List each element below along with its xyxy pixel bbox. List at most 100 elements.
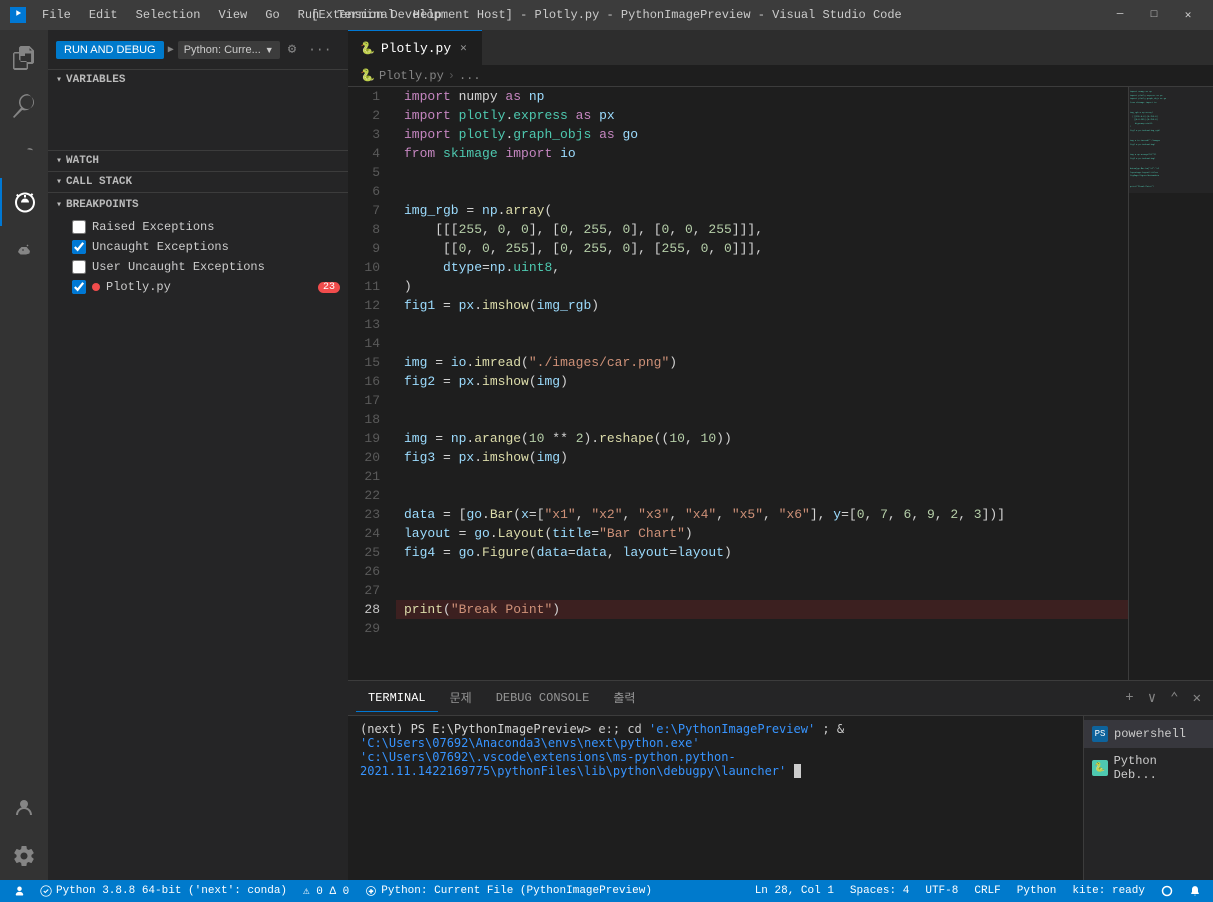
code-editor: 1 2 3 4 5 6 7 8 9 10 11 12 13 14 15 16 1 <box>348 87 1213 680</box>
callstack-title: CALL STACK <box>66 176 132 188</box>
code-line-29 <box>396 619 1128 638</box>
breakpoint-user-uncaught-exceptions[interactable]: User Uncaught Exceptions <box>48 257 348 277</box>
minimize-button[interactable]: ─ <box>1105 5 1135 25</box>
activity-accounts[interactable] <box>0 784 48 832</box>
status-bell-icon[interactable] <box>1185 885 1205 897</box>
code-line-21 <box>396 467 1128 486</box>
menu-go[interactable]: Go <box>257 6 287 24</box>
tab-plotly[interactable]: 🐍 Plotly.py ✕ <box>348 30 482 65</box>
plotly-breakpoint-badge: 23 <box>318 282 340 293</box>
activity-explorer[interactable] <box>0 34 48 82</box>
terminal-content[interactable]: (next) PS E:\PythonImagePreview> e:; cd … <box>348 716 1083 880</box>
code-line-20: fig3 = px.imshow(img) <box>396 448 1128 467</box>
debug-config-button[interactable]: Python: Curre... ▼ <box>178 41 280 59</box>
terminal-powershell-item[interactable]: PS powershell <box>1084 720 1213 748</box>
code-line-6 <box>396 182 1128 201</box>
code-line-7: img_rgb = np.array( <box>396 201 1128 220</box>
menu-edit[interactable]: Edit <box>81 6 126 24</box>
breakpoint-raised-exceptions[interactable]: Raised Exceptions <box>48 217 348 237</box>
breakpoint-uncaught-exceptions[interactable]: Uncaught Exceptions <box>48 237 348 257</box>
line-num-28: 28 <box>348 600 388 619</box>
line-num-11: 11 <box>348 277 388 296</box>
terminal-panel: TERMINAL 문제 DEBUG CONSOLE 출력 + ∨ ⌃ ✕ (ne… <box>348 680 1213 880</box>
watch-title: WATCH <box>66 155 99 167</box>
debug-config-label: Python: Curre... <box>184 44 261 56</box>
tab-terminal[interactable]: TERMINAL <box>356 685 438 712</box>
line-num-4: 4 <box>348 144 388 163</box>
breakpoints-title: BREAKPOINTS <box>66 199 139 211</box>
run-debug-label: RUN AND DEBUG <box>64 44 156 56</box>
plotly-breakpoint-checkbox[interactable] <box>72 280 86 294</box>
variables-chevron-icon: ▾ <box>56 74 62 86</box>
status-kite[interactable]: kite: ready <box>1068 885 1149 897</box>
status-line-ending[interactable]: CRLF <box>970 885 1004 897</box>
line-num-22: 22 <box>348 486 388 505</box>
callstack-section-header[interactable]: ▾ CALL STACK <box>48 171 348 192</box>
minimap: import numpy as np import plotly.express… <box>1128 87 1213 680</box>
code-line-14 <box>396 334 1128 353</box>
activity-debug[interactable] <box>0 178 48 226</box>
code-line-16: fig2 = px.imshow(img) <box>396 372 1128 391</box>
code-line-8: [[[255, 0, 0], [0, 255, 0], [0, 0, 255]]… <box>396 220 1128 239</box>
line-num-3: 3 <box>348 125 388 144</box>
variables-section-header[interactable]: ▾ VARIABLES <box>48 70 348 90</box>
user-uncaught-exceptions-checkbox[interactable] <box>72 260 86 274</box>
status-sync-icon[interactable] <box>1157 885 1177 897</box>
menu-selection[interactable]: Selection <box>128 6 209 24</box>
code-line-24: layout = go.Layout(title="Bar Chart") <box>396 524 1128 543</box>
tab-close-button[interactable]: ✕ <box>457 40 470 56</box>
activity-bar <box>0 30 48 880</box>
run-debug-button[interactable]: RUN AND DEBUG <box>56 41 164 59</box>
terminal-actions: + ∨ ⌃ ✕ <box>1121 688 1205 709</box>
tab-problems[interactable]: 문제 <box>438 683 484 713</box>
tab-bar: 🐍 Plotly.py ✕ <box>348 30 1213 65</box>
activity-extensions[interactable] <box>0 226 48 274</box>
menu-file[interactable]: File <box>34 6 79 24</box>
terminal-maximize-button[interactable]: ⌃ <box>1166 688 1182 709</box>
debug-toolbar: RUN AND DEBUG ▶ Python: Curre... ▼ ⚙ ··· <box>48 30 348 70</box>
line-num-21: 21 <box>348 467 388 486</box>
python-version-label: Python 3.8.8 64-bit ('next': conda) <box>56 885 287 897</box>
line-num-1: 1 <box>348 87 388 106</box>
breakpoint-plotly[interactable]: Plotly.py 23 <box>48 277 348 297</box>
status-debug-icon[interactable] <box>8 885 28 897</box>
terminal-close-button[interactable]: ✕ <box>1189 688 1205 709</box>
terminal-split-button[interactable]: ∨ <box>1144 688 1160 709</box>
code-content[interactable]: import numpy as np import plotly.express… <box>396 87 1128 680</box>
code-line-4: from skimage import io <box>396 144 1128 163</box>
code-line-10: dtype=np.uint8, <box>396 258 1128 277</box>
line-num-14: 14 <box>348 334 388 353</box>
menu-view[interactable]: View <box>210 6 255 24</box>
status-encoding[interactable]: UTF-8 <box>921 885 962 897</box>
breakpoints-section-header[interactable]: ▾ BREAKPOINTS <box>48 193 348 217</box>
terminal-python-debug-item[interactable]: 🐍 Python Deb... <box>1084 748 1213 788</box>
code-line-18 <box>396 410 1128 429</box>
debug-gear-icon[interactable]: ⚙ <box>284 39 300 60</box>
maximize-button[interactable]: □ <box>1139 5 1169 25</box>
status-language[interactable]: Python <box>1013 885 1061 897</box>
line-num-29: 29 <box>348 619 388 638</box>
watch-section-header[interactable]: ▾ WATCH <box>48 151 348 171</box>
code-line-19: img = np.arange(10 ** 2).reshape((10, 10… <box>396 429 1128 448</box>
status-python-file[interactable]: Python: Current File (PythonImagePreview… <box>361 885 656 897</box>
status-python-version[interactable]: Python 3.8.8 64-bit ('next': conda) <box>36 885 291 897</box>
debug-ellipsis-button[interactable]: ··· <box>304 40 335 59</box>
raised-exceptions-checkbox[interactable] <box>72 220 86 234</box>
status-spaces[interactable]: Spaces: 4 <box>846 885 913 897</box>
terminal-add-button[interactable]: + <box>1121 688 1137 708</box>
tab-output[interactable]: 출력 <box>601 683 647 713</box>
watch-chevron-icon: ▾ <box>56 155 62 167</box>
status-warnings[interactable]: ⚠ 0 Δ 0 <box>299 884 353 898</box>
activity-search[interactable] <box>0 82 48 130</box>
uncaught-exceptions-checkbox[interactable] <box>72 240 86 254</box>
status-position[interactable]: Ln 28, Col 1 <box>751 885 838 897</box>
activity-git[interactable] <box>0 130 48 178</box>
close-button[interactable]: ✕ <box>1173 5 1203 25</box>
breadcrumb-filename[interactable]: Plotly.py <box>379 69 444 83</box>
line-num-7: 7 <box>348 201 388 220</box>
tab-debug-console[interactable]: DEBUG CONSOLE <box>484 685 602 712</box>
code-line-26 <box>396 562 1128 581</box>
line-num-2: 2 <box>348 106 388 125</box>
code-line-25: fig4 = go.Figure(data=data, layout=layou… <box>396 543 1128 562</box>
activity-settings[interactable] <box>0 832 48 880</box>
